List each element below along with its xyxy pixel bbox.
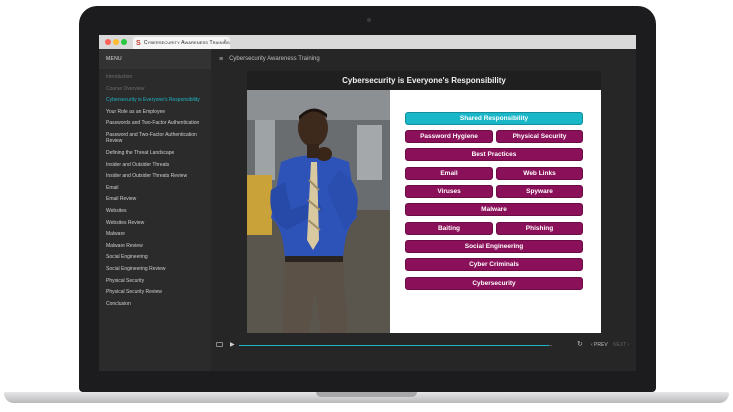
topic-button[interactable]: Best Practices bbox=[405, 148, 583, 161]
tab-close-icon[interactable]: × bbox=[223, 39, 227, 46]
topic-button[interactable]: Physical Security bbox=[496, 130, 583, 143]
menu-item[interactable]: Websites bbox=[99, 208, 211, 215]
topic-button[interactable]: Social Engineering bbox=[405, 240, 583, 253]
menu-item[interactable]: Email Review bbox=[99, 196, 211, 203]
topic-button[interactable]: Spyware bbox=[496, 185, 583, 198]
browser-tab-title: Cybersecurity Awareness Training bbox=[143, 40, 230, 46]
player-main: ≡ Cybersecurity Awareness Training Cyber… bbox=[211, 49, 636, 371]
menu-item[interactable]: Your Role as an Employee bbox=[99, 109, 211, 116]
topic-button[interactable]: Phishing bbox=[496, 222, 583, 235]
menu-item[interactable]: Websites Review bbox=[99, 220, 211, 227]
window-maximize-icon[interactable] bbox=[121, 39, 127, 45]
menu-item[interactable]: Defining the Threat Landscape bbox=[99, 150, 211, 157]
topic-button[interactable]: Baiting bbox=[405, 222, 493, 235]
hamburger-menu-icon[interactable]: ≡ bbox=[219, 56, 223, 63]
window-minimize-icon[interactable] bbox=[113, 39, 119, 45]
slide-title: Cybersecurity is Everyone's Responsibili… bbox=[247, 71, 601, 90]
thinking-man-photo bbox=[247, 90, 390, 333]
menu-item[interactable]: Passwords and Two-Factor Authentication bbox=[99, 120, 211, 127]
laptop-base-notch bbox=[316, 392, 417, 397]
site-logo-icon: S bbox=[136, 39, 141, 47]
topic-button[interactable]: Email bbox=[405, 167, 493, 180]
next-button[interactable]: NEXT › bbox=[613, 341, 629, 349]
menu-item[interactable]: Password and Two-Factor Authentication R… bbox=[99, 132, 211, 145]
browser-tab-bar: S Cybersecurity Awareness Training × bbox=[99, 35, 636, 49]
menu-item[interactable]: Conclusion bbox=[99, 301, 211, 308]
topic-button[interactable]: Cybersecurity bbox=[405, 277, 583, 290]
captions-icon[interactable] bbox=[216, 342, 223, 347]
menu-list: Introduction Course Overview Cybersecurity… bbox=[99, 69, 211, 307]
camera-icon bbox=[367, 18, 371, 22]
menu-item[interactable]: Cybersecurity is Everyone's Responsibili… bbox=[99, 97, 211, 104]
topic-button[interactable]: Viruses bbox=[405, 185, 493, 198]
course-menu-sidebar: MENU Introduction Course Overview Cybersec… bbox=[99, 49, 211, 371]
menu-item[interactable]: Social Engineering Review bbox=[99, 266, 211, 273]
player-controls: ▶ ↻ ‹ PREV NEXT › bbox=[211, 339, 636, 353]
topic-button[interactable]: Malware bbox=[405, 203, 583, 216]
play-icon[interactable]: ▶ bbox=[230, 341, 235, 349]
topic-button[interactable]: Cyber Criminals bbox=[405, 258, 583, 271]
menu-item[interactable]: Email bbox=[99, 185, 211, 192]
progress-bar-fill bbox=[239, 345, 549, 346]
menu-item[interactable]: Malware Review bbox=[99, 243, 211, 250]
menu-item[interactable]: Course Overview bbox=[99, 86, 211, 93]
menu-item[interactable]: Social Engineering bbox=[99, 254, 211, 261]
menu-header: MENU bbox=[99, 49, 211, 69]
player-topbar: ≡ Cybersecurity Awareness Training bbox=[211, 49, 636, 69]
menu-item[interactable]: Physical Security Review bbox=[99, 289, 211, 296]
window-close-icon[interactable] bbox=[105, 39, 111, 45]
menu-item[interactable]: Physical Security bbox=[99, 278, 211, 285]
browser-window: S Cybersecurity Awareness Training × MEN… bbox=[99, 35, 636, 371]
prev-button[interactable]: ‹ PREV bbox=[591, 341, 608, 349]
topic-button[interactable]: Web Links bbox=[496, 167, 583, 180]
menu-item[interactable]: Malware bbox=[99, 231, 211, 238]
slide: Cybersecurity is Everyone's Responsibili… bbox=[247, 71, 601, 333]
topic-button[interactable]: Shared Responsibility bbox=[405, 112, 583, 125]
course-title: Cybersecurity Awareness Training bbox=[229, 56, 320, 62]
browser-tab[interactable]: S Cybersecurity Awareness Training × bbox=[133, 37, 230, 49]
menu-item[interactable]: Introduction bbox=[99, 74, 211, 81]
replay-icon[interactable]: ↻ bbox=[577, 341, 583, 349]
menu-item[interactable]: Insider and Outsider Threats bbox=[99, 162, 211, 169]
menu-item[interactable]: Insider and Outsider Threats Review bbox=[99, 173, 211, 180]
progress-bar[interactable] bbox=[239, 345, 552, 346]
topic-button[interactable]: Password Hygiene bbox=[405, 130, 493, 143]
